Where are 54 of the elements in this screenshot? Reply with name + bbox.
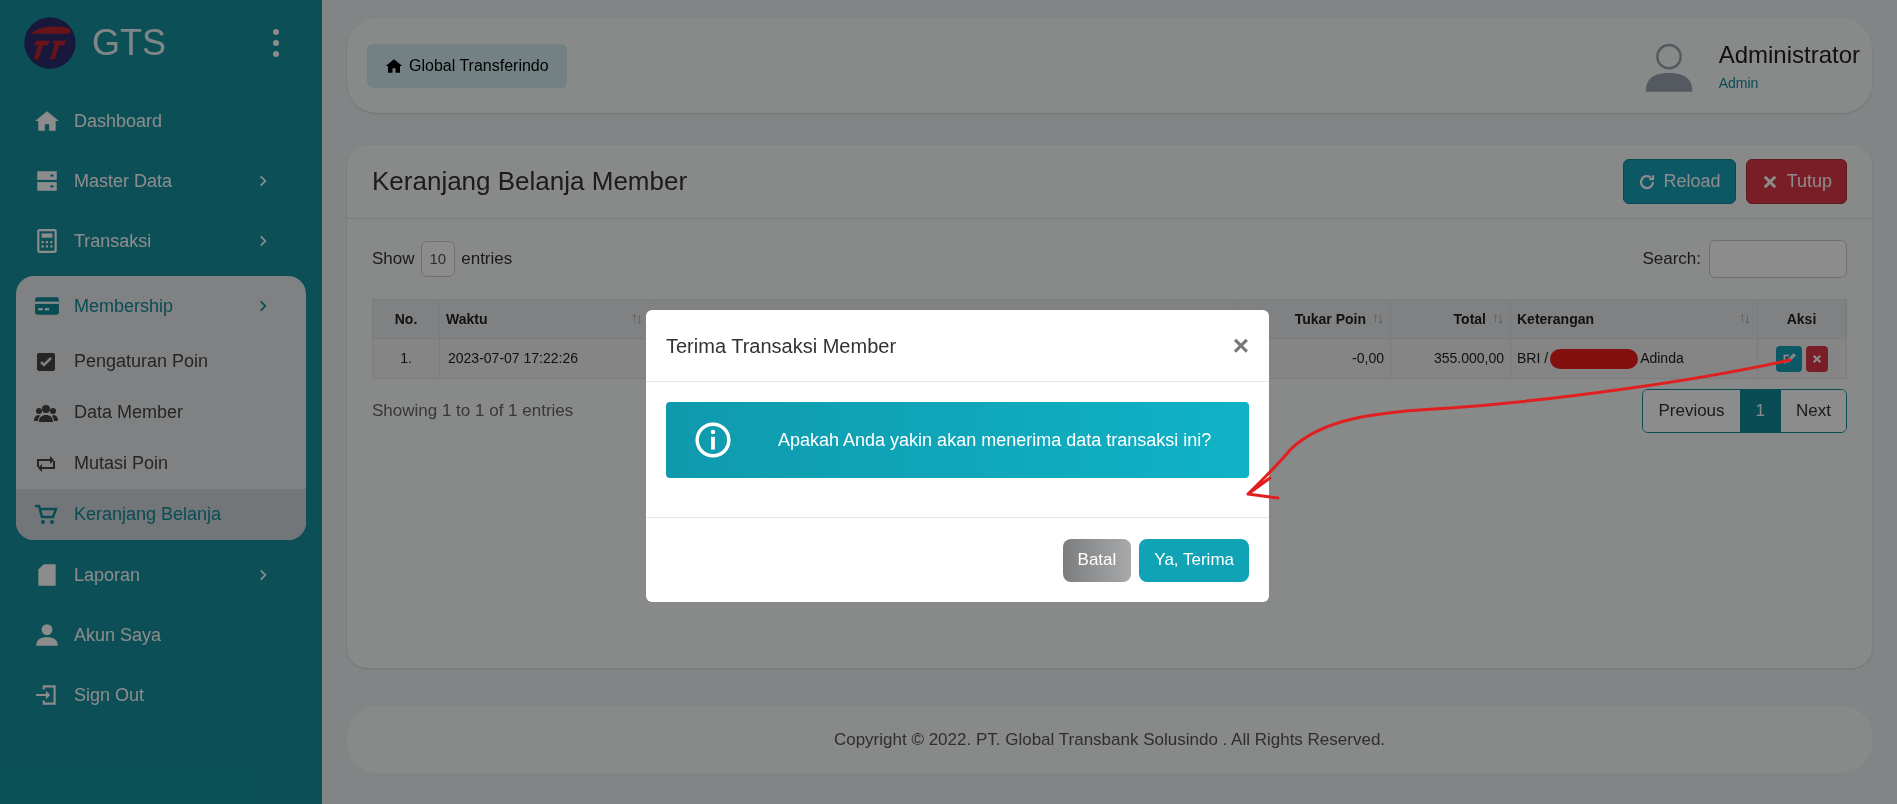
user-icon: [34, 622, 60, 648]
card-title: Keranjang Belanja Member: [372, 165, 688, 198]
length-label: entries: [461, 248, 513, 271]
reload-button[interactable]: Reload: [1622, 159, 1736, 204]
alert-message: Apakah Anda yakin akan menerima data transaksi ini?: [778, 428, 1212, 452]
server-icon: [34, 168, 60, 194]
search-field[interactable]: [1709, 240, 1847, 278]
submenu-item[interactable]: Data Member: [16, 387, 306, 438]
search-label: Search:: [1642, 248, 1701, 271]
brand-name: GTS: [92, 21, 166, 65]
delete-button[interactable]: [1806, 345, 1828, 372]
table-cell-text: 1.: [400, 349, 412, 368]
sort-icon: [1372, 313, 1384, 325]
sidebar-item[interactable]: Master Data: [16, 151, 306, 211]
table-info: Showing 1 to 1 of 1 entries: [372, 400, 574, 423]
sidebar-item[interactable]: Membership: [16, 276, 306, 336]
table-cell-text: 355.000,00: [1433, 349, 1504, 368]
breadcrumb-button[interactable]: Global Transferindo: [367, 43, 567, 88]
sidebar-item[interactable]: Dashboard: [16, 91, 306, 151]
user-role: Admin: [1718, 74, 1760, 93]
sidebar-item[interactable]: Akun Saya: [16, 605, 306, 665]
length-label: Show: [372, 248, 415, 271]
user-name: Administrator: [1718, 40, 1860, 70]
sort-icon: [631, 313, 643, 325]
close-button[interactable]: Tutup: [1745, 159, 1847, 204]
logo-icon: [22, 15, 78, 71]
submenu-item[interactable]: Pengaturan Poin: [16, 336, 306, 387]
table-cell-text: Adinda: [1640, 349, 1684, 368]
reload-icon: [1637, 172, 1656, 191]
page-length-select[interactable]: 10: [420, 240, 456, 278]
more-icon: [273, 29, 279, 57]
pagination-button[interactable]: 1: [1739, 390, 1781, 432]
sidebar-item[interactable]: Sign Out: [16, 665, 306, 725]
cart-icon: [34, 502, 58, 527]
sidebar-item[interactable]: Transaksi: [16, 211, 306, 271]
close-icon: [1812, 353, 1822, 364]
table-cell-text: BRI /: [1517, 349, 1549, 368]
edit-icon: [1782, 351, 1796, 366]
info-icon: [694, 421, 732, 459]
pagination-button[interactable]: Previous: [1643, 390, 1740, 432]
submenu-item[interactable]: Keranjang Belanja: [16, 489, 306, 540]
edit-button[interactable]: [1776, 345, 1802, 372]
sidebar-item[interactable]: Laporan: [16, 545, 306, 605]
copyright-text: Copyright © 2022. PT. Global Transbank Solusindo . All Rights Reserved.: [833, 728, 1386, 751]
modal-title: Terima Transaksi Member: [666, 333, 897, 359]
cancel-button[interactable]: Batal: [1062, 538, 1132, 582]
confirm-button[interactable]: Ya, Terima: [1139, 538, 1249, 582]
sort-icon: [1492, 313, 1504, 325]
submenu-item[interactable]: Mutasi Poin: [16, 438, 306, 489]
table-cell-text: -0,00: [1352, 349, 1384, 368]
calculator-icon: [34, 228, 60, 254]
sort-icon: [1739, 313, 1751, 325]
table-cell-text: 2023-07-07 17:22:26: [447, 349, 578, 368]
pagination-button[interactable]: Next: [1780, 390, 1846, 432]
